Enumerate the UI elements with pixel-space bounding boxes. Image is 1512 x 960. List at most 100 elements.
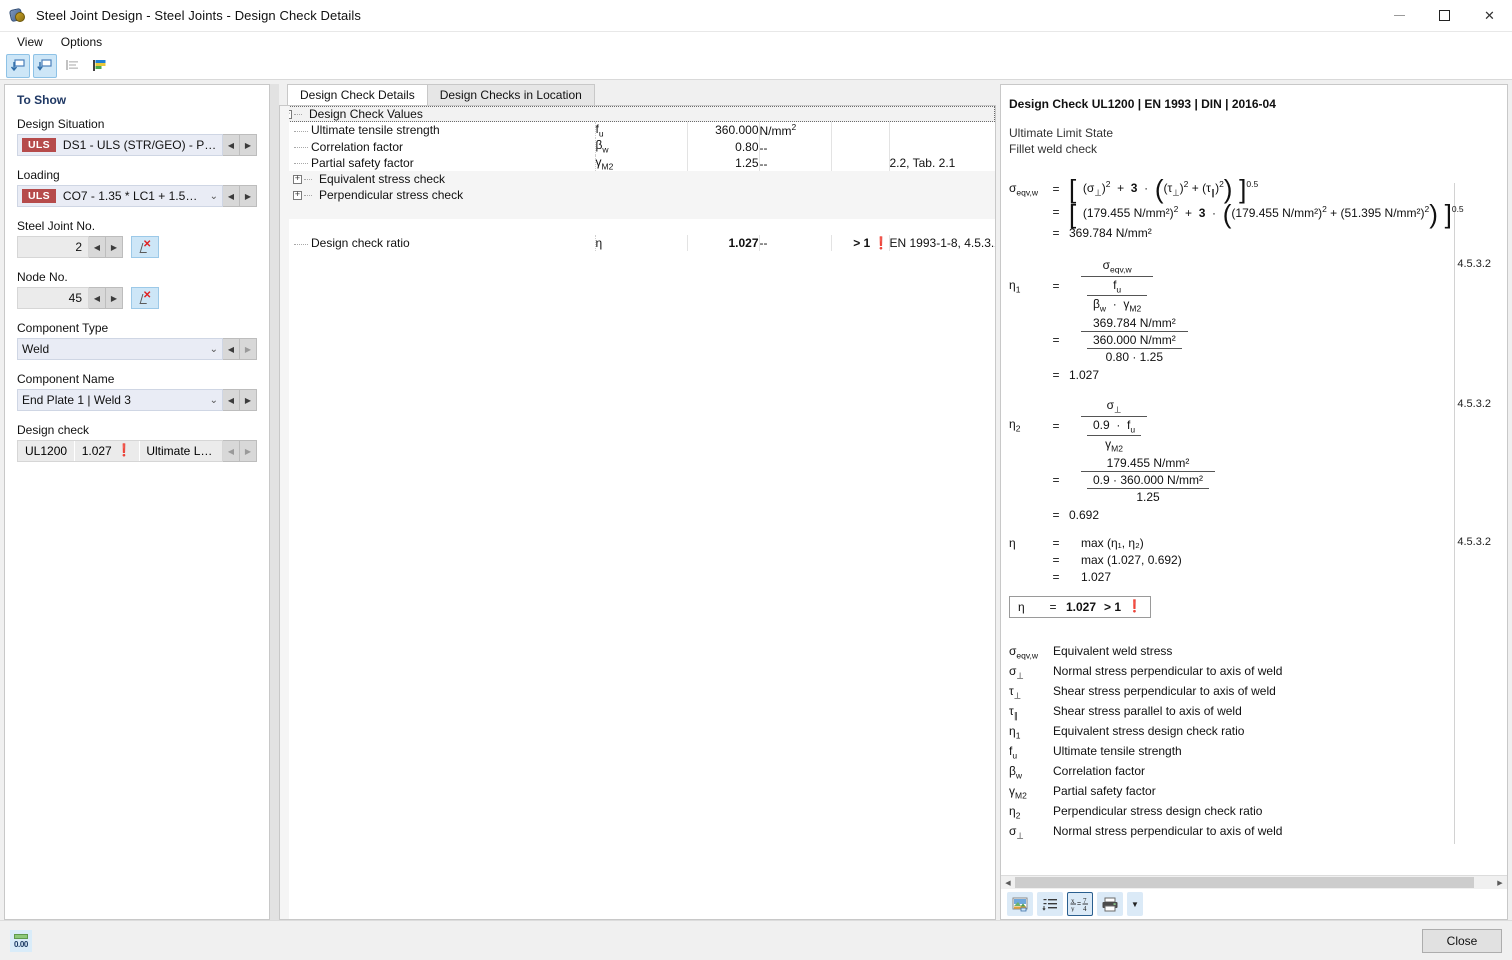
design-check-ratio-row[interactable]: Design check ratio η 1.027 -- > 1 ❗ EN 1…	[280, 235, 995, 252]
maximize-button[interactable]	[1422, 0, 1467, 32]
design-check-prev-button[interactable]: ◀	[223, 440, 240, 462]
node-no-group: Node No. 45 ◀ ▶ ✕	[17, 270, 257, 309]
equals-sign: =	[1052, 552, 1060, 567]
svg-text:=: =	[1077, 901, 1081, 908]
row-unit: --	[758, 154, 831, 172]
design-check-select[interactable]: UL1200 1.027 ❗ Ultimate Limit Sta...	[17, 440, 223, 462]
node-select-in-graphic-icon[interactable]: ✕	[131, 287, 159, 309]
row-reference	[888, 138, 995, 155]
design-situation-select[interactable]: ULS DS1 - ULS (STR/GEO) - Permane...	[17, 134, 223, 156]
equation-symbolic: σeqv,w fu βw · γM2	[1069, 258, 1499, 314]
formula-display-icon[interactable]: x y = 7 4	[1067, 892, 1093, 916]
next-view-icon[interactable]	[33, 53, 57, 78]
menu-item-view[interactable]: View	[8, 33, 52, 51]
legend-text: Correlation factor	[1053, 763, 1146, 778]
steel-joint-no-prev-button[interactable]: ◀	[89, 236, 106, 258]
component-type-next-button[interactable]: ▶	[240, 338, 257, 360]
details-subtitle-line2: Fillet weld check	[1009, 142, 1098, 156]
component-name-next-button[interactable]: ▶	[240, 389, 257, 411]
row-name: Design check ratio	[280, 235, 595, 251]
units-icon-label: 0.00	[14, 939, 28, 949]
component-name-value: End Plate 1 | Weld 3	[22, 393, 131, 407]
svg-text:4: 4	[1083, 905, 1087, 912]
list-view-icon[interactable]	[60, 54, 84, 78]
scroll-right-arrow-icon[interactable]: ▶	[1493, 875, 1507, 890]
row-name: Partial safety factor	[280, 155, 595, 171]
tab-design-checks-in-location[interactable]: Design Checks in Location	[426, 84, 595, 105]
expand-group-icon[interactable]: +	[293, 174, 302, 184]
details-horizontal-scrollbar[interactable]: ◀ ▶	[1001, 875, 1507, 890]
design-check-group: Design check UL1200 1.027 ❗ Ultimate Lim…	[17, 423, 257, 462]
units-decimal-places-icon[interactable]: 0.00	[10, 929, 32, 952]
equals-sign: =	[1052, 278, 1060, 293]
close-button[interactable]: Close	[1422, 928, 1502, 953]
design-situation-prev-button[interactable]: ◀	[223, 134, 240, 156]
color-render-icon[interactable]	[87, 54, 111, 78]
legend-symbol: σeqv,w	[1009, 643, 1038, 661]
component-name-select[interactable]: End Plate 1 | Weld 3 ⌄	[17, 389, 223, 411]
row-value: 1.027	[686, 235, 759, 252]
equals-sign: =	[1049, 599, 1057, 614]
legend-symbol: η2	[1009, 803, 1021, 821]
previous-view-icon[interactable]	[6, 53, 30, 78]
design-check-next-button[interactable]: ▶	[240, 440, 257, 462]
component-type-prev-button[interactable]: ◀	[223, 338, 240, 360]
loading-prev-button[interactable]: ◀	[223, 185, 240, 207]
table-collapsed-group-row[interactable]: + Perpendicular stress check	[280, 187, 995, 204]
steel-joint-no-input[interactable]: 2	[17, 236, 89, 258]
node-no-prev-button[interactable]: ◀	[89, 287, 106, 309]
steel-joint-select-in-graphic-icon[interactable]: ✕	[131, 236, 159, 258]
numbering-icon[interactable]	[1037, 892, 1063, 916]
steel-joint-no-next-button[interactable]: ▶	[106, 236, 123, 258]
table-row[interactable]: Partial safety factor γM2 1.25 -- 2.2, T…	[280, 154, 995, 172]
design-check-ratio-cell: 1.027 ❗	[75, 444, 139, 458]
menu-item-options[interactable]: Options	[52, 33, 111, 51]
insert-picture-icon[interactable]	[1007, 892, 1033, 916]
panel-splitter[interactable]	[270, 84, 279, 920]
equals-sign: =	[1052, 507, 1060, 522]
legend-text: Normal stress perpendicular to axis of w…	[1053, 823, 1283, 838]
design-situation-value: DS1 - ULS (STR/GEO) - Permane...	[62, 138, 218, 152]
table-row[interactable]: Ultimate tensile strength fu 360.000 N/m…	[280, 122, 995, 139]
row-compare	[830, 154, 889, 172]
equation-eta2: 4.5.3.2 η2 = σ⊥ 0.9 · fu γM2 = 179.455 N…	[1009, 398, 1499, 522]
row-value: 360.000	[686, 122, 759, 139]
close-window-button[interactable]: ✕	[1467, 0, 1512, 32]
equation-numeric: [ (179.455 N/mm²)2 + 3 · ((179.455 N/mm²…	[1069, 199, 1464, 230]
expand-group-icon[interactable]: +	[293, 190, 302, 200]
chevron-down-icon: ⌄	[209, 394, 218, 406]
node-no-input[interactable]: 45	[17, 287, 89, 309]
minimize-button[interactable]	[1377, 0, 1422, 32]
print-icon[interactable]	[1097, 892, 1123, 916]
component-name-prev-button[interactable]: ◀	[223, 389, 240, 411]
table-collapsed-group-row[interactable]: + Equivalent stress check	[280, 171, 995, 188]
tree-gutter	[280, 106, 289, 919]
table-row[interactable]: Correlation factor βw 0.80 --	[280, 138, 995, 155]
scrollbar-thumb[interactable]	[1015, 877, 1474, 888]
reference-eta2: 4.5.3.2	[1457, 397, 1491, 410]
scroll-left-arrow-icon[interactable]: ◀	[1001, 875, 1015, 890]
scrollbar-track[interactable]	[1015, 877, 1493, 888]
table-group-header-row[interactable]: − Design Check Values	[280, 106, 995, 122]
row-unit: N/mm2	[758, 122, 831, 139]
node-no-next-button[interactable]: ▶	[106, 287, 123, 309]
loading-select[interactable]: ULS CO7 - 1.35 * LC1 + 1.50 * LC5... ⌄	[17, 185, 223, 207]
design-situation-next-button[interactable]: ▶	[240, 134, 257, 156]
component-type-select[interactable]: Weld ⌄	[17, 338, 223, 360]
details-title: Design Check UL1200 | EN 1993 | DIN | 20…	[1009, 97, 1276, 111]
tab-design-check-details[interactable]: Design Check Details	[287, 84, 428, 105]
row-unit: --	[758, 138, 831, 155]
equation-result: 369.784 N/mm²	[1069, 226, 1152, 241]
equation-eta: 4.5.3.2 η = max (η₁, η₂) = max (1.027, 0…	[1009, 536, 1499, 618]
legend-text: Shear stress parallel to axis of weld	[1053, 703, 1242, 718]
row-value: 1.25	[686, 154, 759, 172]
loading-next-button[interactable]: ▶	[240, 185, 257, 207]
print-dropdown-icon[interactable]: ▼	[1127, 892, 1143, 916]
design-check-code: UL1200	[25, 444, 68, 458]
row-unit: --	[758, 235, 831, 252]
loading-label: Loading	[17, 168, 60, 182]
row-value: 0.80	[686, 138, 759, 155]
center-panel: Design Check Details Design Checks in Lo…	[279, 84, 996, 920]
equals-sign: =	[1052, 418, 1060, 433]
design-check-values-tree: − Design Check Values Ultimate tensile s…	[279, 105, 996, 920]
